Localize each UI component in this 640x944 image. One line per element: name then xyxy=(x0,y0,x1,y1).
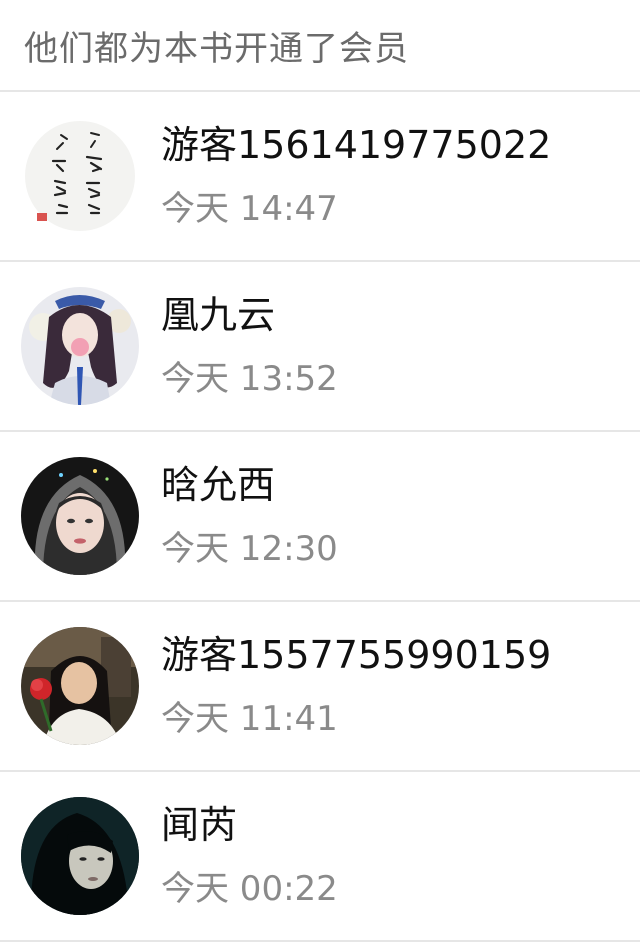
list-item[interactable]: 闻芮 今天 00:22 xyxy=(0,772,640,942)
page-header: 他们都为本书开通了会员 xyxy=(0,0,640,92)
member-info: 游客1557755990159 今天 11:41 xyxy=(161,633,551,739)
dark-portrait-avatar-icon[interactable] xyxy=(21,797,139,915)
list-item[interactable]: 晗允西 今天 12:30 xyxy=(0,432,640,602)
member-info: 晗允西 今天 12:30 xyxy=(161,463,338,569)
member-name: 晗允西 xyxy=(161,463,276,507)
list-item[interactable]: 凰九云 今天 13:52 xyxy=(0,262,640,432)
member-time: 今天 13:52 xyxy=(161,359,338,399)
member-time: 今天 00:22 xyxy=(161,869,338,909)
calligraphy-avatar-icon[interactable] xyxy=(21,117,139,235)
member-time: 今天 12:30 xyxy=(161,529,338,569)
member-info: 游客1561419775022 今天 14:47 xyxy=(161,123,551,229)
member-name: 凰九云 xyxy=(161,293,276,337)
member-time: 今天 11:41 xyxy=(161,699,338,739)
member-info: 闻芮 今天 00:22 xyxy=(161,803,338,909)
hooded-portrait-avatar-icon[interactable] xyxy=(21,457,139,575)
list-item[interactable]: 游客1561419775022 今天 14:47 xyxy=(0,92,640,262)
member-name: 游客1561419775022 xyxy=(161,123,552,167)
girl-with-rose-avatar-icon[interactable] xyxy=(21,627,139,745)
member-name: 游客1557755990159 xyxy=(161,633,552,677)
anime-girl-avatar-icon[interactable] xyxy=(21,287,139,405)
member-name: 闻芮 xyxy=(161,803,238,847)
list-item[interactable]: 游客1557755990159 今天 11:41 xyxy=(0,602,640,772)
member-time: 今天 14:47 xyxy=(161,189,338,229)
member-list: 游客1561419775022 今天 14:47 凰九云 今天 13:52 晗允… xyxy=(0,92,640,942)
page-title: 他们都为本书开通了会员 xyxy=(24,28,409,69)
member-info: 凰九云 今天 13:52 xyxy=(161,293,338,399)
